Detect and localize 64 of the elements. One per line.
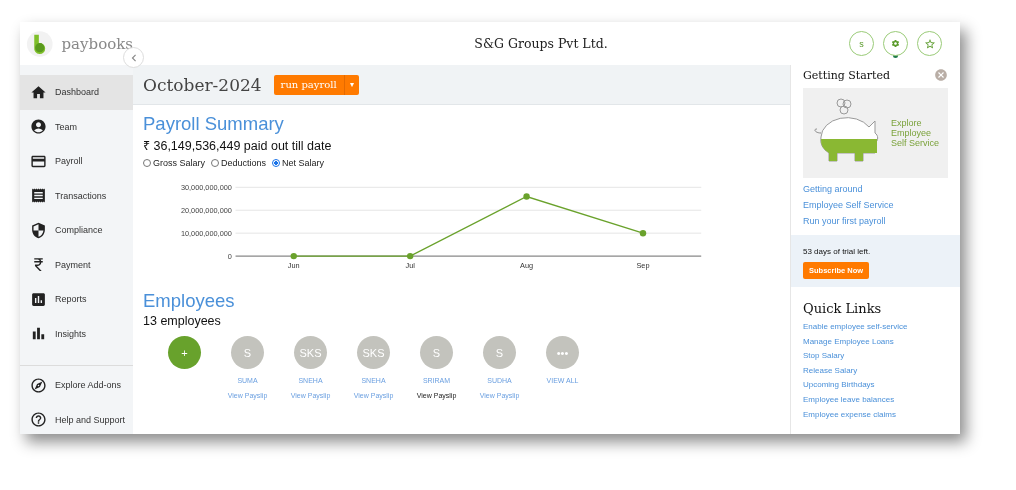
data-point: [639, 229, 647, 237]
nav-item[interactable]: Payment: [20, 247, 133, 282]
settings-button[interactable]: [883, 31, 908, 56]
banner-text: Explore Employee Self Service: [891, 118, 941, 148]
star-icon: [923, 37, 936, 50]
quick-link[interactable]: Employee expense claims: [803, 407, 948, 423]
logo-icon: [26, 28, 54, 59]
guide-link[interactable]: Getting around: [803, 184, 948, 194]
section-title: Payroll Summary: [143, 113, 285, 135]
promo-banner[interactable]: Explore Employee Self Service: [803, 88, 948, 178]
total-paid-text: ₹ 36,149,536,449 paid out till date: [143, 138, 333, 154]
x-tick-label: Jul: [405, 261, 415, 270]
nav-item[interactable]: Transactions: [20, 178, 133, 213]
nav-item[interactable]: Team: [20, 109, 133, 144]
y-tick-label: 30,000,000,000: [180, 183, 232, 193]
nav-item[interactable]: Reports: [20, 282, 133, 317]
section-title: Employees: [143, 290, 236, 312]
quick-link[interactable]: Upcoming Birthdays: [803, 378, 948, 393]
receipt-icon: [30, 187, 47, 205]
period-title: October-2024: [143, 74, 262, 95]
x-tick-label: Jun: [287, 261, 300, 270]
shield-icon: [30, 221, 47, 239]
trial-text: 53 days of trial left.: [803, 247, 871, 256]
radio-option[interactable]: Net Salary: [272, 158, 325, 168]
guide-link[interactable]: Run your first payroll: [803, 216, 948, 226]
quick-link[interactable]: Release Salary: [803, 363, 948, 379]
nav-item[interactable]: Payroll: [20, 144, 133, 179]
brand-name: paybooks: [61, 34, 133, 53]
report-icon: [30, 290, 47, 308]
nav-item[interactable]: Dashboard: [20, 75, 133, 110]
employee-count: 13 employees: [143, 314, 222, 328]
help-icon: [30, 411, 47, 429]
quick-link[interactable]: Employee leave balances: [803, 392, 948, 408]
quick-link[interactable]: Manage Employee Loans: [803, 334, 948, 350]
nav-item[interactable]: Insights: [20, 316, 133, 351]
radio-option[interactable]: Gross Salary: [143, 158, 205, 168]
add-employee-button[interactable]: +: [168, 336, 201, 369]
panel-title: Getting Started: [803, 68, 891, 82]
y-tick-label: 20,000,000,000: [180, 206, 232, 215]
quick-link[interactable]: Stop Salary: [803, 349, 948, 364]
run-payroll-button[interactable]: run payroll: [273, 74, 344, 95]
data-point: [406, 252, 414, 260]
compass-icon: [30, 376, 47, 394]
nav-item[interactable]: Help and Support: [20, 402, 133, 434]
data-point: [290, 252, 297, 260]
y-tick-label: 10,000,000,000: [180, 228, 232, 238]
quick-link[interactable]: Enable employee self-service: [803, 320, 948, 335]
home-icon: [30, 83, 47, 101]
close-icon[interactable]: [934, 68, 948, 82]
user-icon: [30, 118, 47, 136]
account-button[interactable]: s: [849, 31, 874, 56]
settings-icon: [891, 39, 900, 48]
favorites-button[interactable]: [917, 31, 942, 56]
x-tick-label: Aug: [520, 261, 534, 270]
nav-item[interactable]: Compliance: [20, 213, 133, 248]
y-tick-label: 0: [227, 251, 232, 261]
panel-title: Quick Links: [803, 301, 883, 316]
data-point: [523, 193, 530, 200]
guide-link[interactable]: Employee Self Service: [803, 200, 948, 210]
company-title: S&G Groups Pvt Ltd.: [473, 36, 608, 51]
nav-item[interactable]: Explore Add-ons: [20, 368, 133, 403]
dropdown-caret-button[interactable]: ▾: [343, 74, 359, 95]
x-tick-label: Sep: [636, 261, 650, 270]
radio-option[interactable]: Deductions: [211, 158, 267, 168]
